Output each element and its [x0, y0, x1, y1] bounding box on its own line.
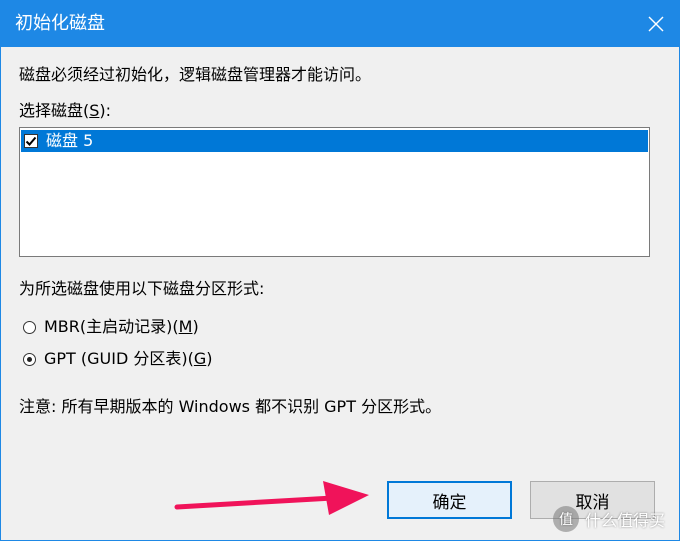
radio-mbr[interactable]: MBR(主启动记录)(M) — [23, 317, 199, 337]
arrow-pointer-icon — [174, 481, 369, 515]
partition-style-label: 为所选磁盘使用以下磁盘分区形式: — [19, 279, 265, 298]
dialog-body: 磁盘必须经过初始化，逻辑磁盘管理器才能访问。 选择磁盘(S): 磁盘 5 为所选… — [1, 47, 679, 540]
disk-list[interactable]: 磁盘 5 — [19, 127, 650, 257]
note-text: 注意: 所有早期版本的 Windows 都不识别 GPT 分区形式。 — [19, 397, 442, 416]
disk-label: 磁盘 5 — [46, 131, 94, 150]
title-bar: 初始化磁盘 — [1, 1, 679, 47]
window-title: 初始化磁盘 — [15, 13, 105, 34]
initialize-disk-dialog: 初始化磁盘 磁盘必须经过初始化，逻辑磁盘管理器才能访问。 选择磁盘(S): 磁盘… — [0, 0, 680, 541]
radio-mbr-label: MBR(主启动记录)(M) — [44, 317, 199, 336]
radio-gpt-label: GPT (GUID 分区表)(G) — [44, 349, 213, 368]
close-button[interactable] — [633, 1, 679, 47]
checkmark-icon — [25, 136, 37, 146]
watermark: 值 什么值得买 — [552, 506, 665, 532]
disk-checkbox[interactable] — [24, 134, 38, 148]
radio-gpt-button[interactable] — [23, 352, 36, 366]
radio-mbr-button[interactable] — [23, 320, 36, 334]
close-icon — [648, 16, 664, 32]
ok-button[interactable]: 确定 — [387, 481, 512, 519]
radio-gpt[interactable]: GPT (GUID 分区表)(G) — [23, 349, 213, 369]
watermark-logo-icon: 值 — [552, 506, 579, 532]
intro-text: 磁盘必须经过初始化，逻辑磁盘管理器才能访问。 — [19, 65, 372, 84]
list-item-disk-5[interactable]: 磁盘 5 — [21, 130, 648, 152]
select-disk-label: 选择磁盘(S): — [19, 101, 112, 120]
watermark-text: 什么值得买 — [584, 511, 665, 530]
